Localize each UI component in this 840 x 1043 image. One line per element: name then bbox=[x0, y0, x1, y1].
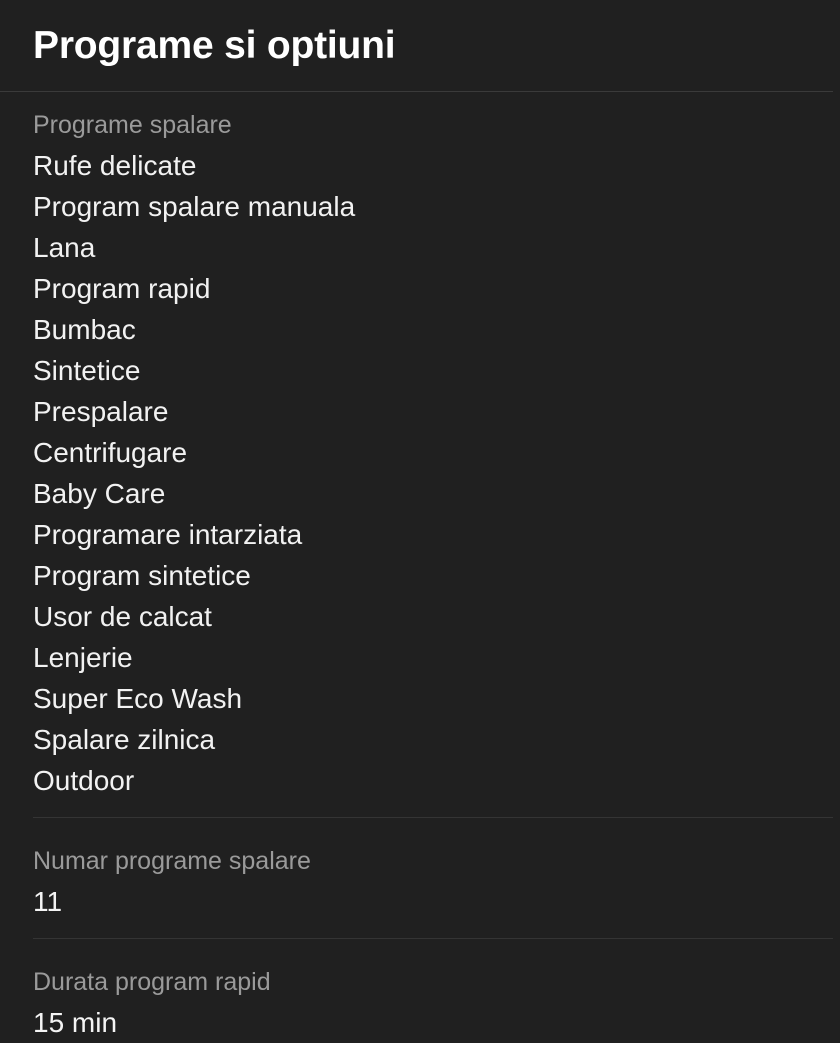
section-label: Durata program rapid bbox=[33, 968, 271, 996]
spec-section-programe-spalare: Programe spalare Rufe delicate Program s… bbox=[0, 92, 840, 801]
section-label: Programe spalare bbox=[33, 111, 232, 139]
list-item: Program sintetice bbox=[33, 560, 251, 591]
list-item: Lana bbox=[33, 232, 96, 263]
list-item: Outdoor bbox=[33, 765, 135, 796]
list-item: Lenjerie bbox=[33, 642, 133, 673]
page-header: Programe si optiuni bbox=[0, 0, 840, 92]
list-item: Bumbac bbox=[33, 314, 136, 345]
program-list: Rufe delicate Program spalare manuala La… bbox=[33, 145, 840, 801]
list-item: Programare intarziata bbox=[33, 519, 303, 550]
list-item: Rufe delicate bbox=[33, 150, 197, 181]
list-item: Super Eco Wash bbox=[33, 683, 243, 714]
spec-content: Programe spalare Rufe delicate Program s… bbox=[0, 92, 840, 1043]
list-item: Usor de calcat bbox=[33, 601, 212, 632]
list-item: Spalare zilnica bbox=[33, 724, 216, 755]
spec-section-numar-programe-spalare: Numar programe spalare 11 bbox=[0, 818, 840, 922]
section-value: 15 min bbox=[33, 1007, 118, 1038]
list-item: Baby Care bbox=[33, 478, 166, 509]
list-item: Program rapid bbox=[33, 273, 211, 304]
page-title: Programe si optiuni bbox=[33, 23, 396, 67]
section-label: Numar programe spalare bbox=[33, 847, 311, 875]
list-item: Program spalare manuala bbox=[33, 191, 356, 222]
spec-section-durata-program-rapid: Durata program rapid 15 min bbox=[0, 939, 840, 1043]
list-item: Centrifugare bbox=[33, 437, 188, 468]
spec-detail-screen: Programe si optiuni Programe spalare Ruf… bbox=[0, 0, 840, 1043]
list-item: Sintetice bbox=[33, 355, 141, 386]
list-item: Prespalare bbox=[33, 396, 169, 427]
section-value: 11 bbox=[33, 886, 63, 917]
